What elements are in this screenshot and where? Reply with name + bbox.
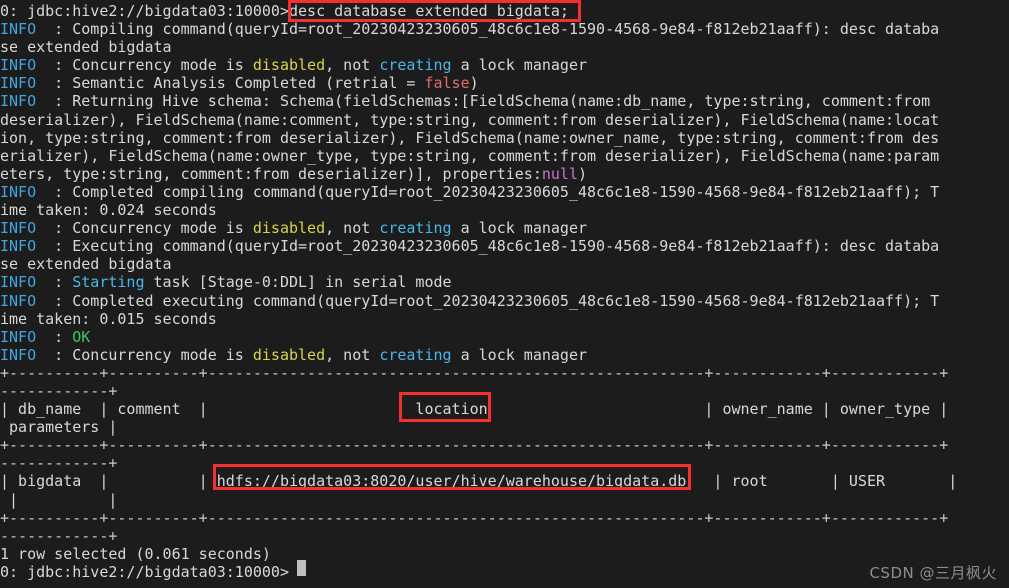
terminal-text: : Executing command(queryId=root_2023042… bbox=[36, 237, 940, 256]
terminal-text: INFO bbox=[0, 74, 37, 93]
terminal-text: ------------+ bbox=[0, 526, 118, 545]
terminal-line: INFO : Executing command(queryId=root_20… bbox=[0, 237, 1009, 255]
terminal-text: , not bbox=[325, 56, 380, 75]
terminal-text: a lock manager bbox=[451, 345, 588, 364]
terminal-line: +----------+----------+-----------------… bbox=[0, 364, 1009, 382]
terminal-line: se extended bigdata bbox=[0, 255, 1009, 273]
terminal-text: , not bbox=[325, 345, 380, 364]
terminal-text: +----------+----------+-----------------… bbox=[0, 508, 949, 527]
terminal-text: INFO bbox=[0, 56, 37, 75]
terminal-text: disabled bbox=[252, 219, 326, 238]
terminal-text: INFO bbox=[0, 237, 37, 256]
terminal-text: parameters | bbox=[0, 418, 118, 437]
terminal-text: : Completed executing command(queryId=ro… bbox=[36, 291, 940, 310]
terminal-text: se extended bigdata bbox=[0, 38, 172, 57]
terminal-text: ------------+ bbox=[0, 381, 118, 400]
terminal-line: INFO : Concurrency mode is disabled, not… bbox=[0, 219, 1009, 237]
terminal-line: INFO : Semantic Analysis Completed (retr… bbox=[0, 74, 1009, 92]
terminal-text: task [Stage-0:DDL] in serial mode bbox=[144, 273, 452, 292]
terminal-text: disabled bbox=[252, 56, 326, 75]
terminal-line: INFO : Compiling command(queryId=root_20… bbox=[0, 20, 1009, 38]
terminal-text: creating bbox=[379, 219, 452, 238]
terminal-text: eters, type:string, comment:from deseria… bbox=[0, 164, 542, 183]
terminal-line: 0: jdbc:hive2://bigdata03:10000>desc dat… bbox=[0, 2, 1009, 20]
terminal-text: : Concurrency mode is bbox=[36, 56, 253, 75]
terminal-text: erializer), FieldSchema(name:owner_type,… bbox=[0, 146, 940, 165]
terminal-line: INFO : Concurrency mode is disabled, not… bbox=[0, 56, 1009, 74]
terminal-line: INFO : OK bbox=[0, 328, 1009, 346]
text-cursor bbox=[297, 560, 306, 576]
terminal-text: ion, type:string, comment:from deseriali… bbox=[0, 128, 940, 147]
terminal-text: Starting bbox=[72, 273, 145, 292]
terminal-text: : Concurrency mode is bbox=[36, 219, 253, 238]
terminal-text: | | bbox=[0, 490, 118, 509]
terminal-line: 0: jdbc:hive2://bigdata03:10000> bbox=[0, 563, 1009, 581]
terminal-window[interactable]: 0: jdbc:hive2://bigdata03:10000>desc dat… bbox=[0, 0, 1009, 588]
terminal-text: a lock manager bbox=[451, 219, 588, 238]
terminal-text: 1 row selected (0.061 seconds) bbox=[0, 544, 271, 563]
terminal-text: INFO bbox=[0, 345, 37, 364]
terminal-text: INFO bbox=[0, 291, 37, 310]
terminal-text: : Compiling command(queryId=root_2023042… bbox=[36, 20, 940, 39]
terminal-line: ime taken: 0.015 seconds bbox=[0, 310, 1009, 328]
terminal-line: | db_name | comment | location | owner_n… bbox=[0, 400, 1009, 418]
terminal-line: ------------+ bbox=[0, 382, 1009, 400]
terminal-line: ime taken: 0.024 seconds bbox=[0, 201, 1009, 219]
terminal-line: deserializer), FieldSchema(name:comment,… bbox=[0, 111, 1009, 129]
terminal-line: se extended bigdata bbox=[0, 38, 1009, 56]
terminal-text: INFO bbox=[0, 182, 37, 201]
terminal-line: INFO : Completed executing command(query… bbox=[0, 292, 1009, 310]
terminal-text: INFO bbox=[0, 273, 37, 292]
terminal-text: ------------+ bbox=[0, 454, 118, 473]
terminal-line: INFO : Concurrency mode is disabled, not… bbox=[0, 346, 1009, 364]
terminal-text: ime taken: 0.015 seconds bbox=[0, 309, 217, 328]
terminal-line: erializer), FieldSchema(name:owner_type,… bbox=[0, 147, 1009, 165]
terminal-text: ) bbox=[577, 164, 588, 183]
terminal-text: | bigdata | | hdfs://bigdata03:8020/user… bbox=[0, 472, 958, 491]
terminal-text: : bbox=[36, 327, 73, 346]
terminal-text: INFO bbox=[0, 92, 37, 111]
terminal-text: ime taken: 0.024 seconds bbox=[0, 201, 217, 220]
terminal-text: ) bbox=[469, 74, 479, 93]
terminal-text: INFO bbox=[0, 219, 37, 238]
terminal-line: INFO : Returning Hive schema: Schema(fie… bbox=[0, 92, 1009, 110]
terminal-line: ------------+ bbox=[0, 454, 1009, 472]
terminal-line: ------------+ bbox=[0, 527, 1009, 545]
terminal-text: INFO bbox=[0, 327, 37, 346]
terminal-text: creating bbox=[379, 56, 452, 75]
terminal-line: eters, type:string, comment:from deseria… bbox=[0, 165, 1009, 183]
terminal-line: | bigdata | | hdfs://bigdata03:8020/user… bbox=[0, 472, 1009, 490]
terminal-text: : Semantic Analysis Completed (retrial = bbox=[36, 74, 425, 93]
terminal-line: +----------+----------+-----------------… bbox=[0, 509, 1009, 527]
terminal-line: INFO : Completed compiling command(query… bbox=[0, 183, 1009, 201]
terminal-text: : bbox=[36, 273, 73, 292]
terminal-text: null bbox=[541, 164, 578, 183]
terminal-text: : Returning Hive schema: Schema(fieldSch… bbox=[36, 92, 931, 111]
terminal-text: 0: jdbc:hive2://bigdata03:10000> bbox=[0, 562, 299, 581]
terminal-text: deserializer), FieldSchema(name:comment,… bbox=[0, 110, 940, 129]
terminal-text: : Completed compiling command(queryId=ro… bbox=[36, 182, 940, 201]
terminal-text: a lock manager bbox=[451, 56, 588, 75]
terminal-line: INFO : Starting task [Stage-0:DDL] in se… bbox=[0, 273, 1009, 291]
terminal-line: ion, type:string, comment:from deseriali… bbox=[0, 129, 1009, 147]
terminal-text: INFO bbox=[0, 20, 37, 39]
terminal-line: +----------+----------+-----------------… bbox=[0, 436, 1009, 454]
terminal-text: +----------+----------+-----------------… bbox=[0, 363, 949, 382]
watermark: CSDN @三月枫火 bbox=[869, 563, 997, 582]
terminal-text: OK bbox=[72, 327, 91, 346]
terminal-line: parameters | bbox=[0, 418, 1009, 436]
terminal-text: false bbox=[424, 74, 470, 93]
terminal-text: +----------+----------+-----------------… bbox=[0, 436, 949, 455]
terminal-text: disabled bbox=[252, 345, 326, 364]
terminal-text: 0: jdbc:hive2://bigdata03:10000> bbox=[0, 2, 289, 20]
terminal-line: 1 row selected (0.061 seconds) bbox=[0, 545, 1009, 563]
terminal-line: | | bbox=[0, 491, 1009, 509]
terminal-text: : Concurrency mode is bbox=[36, 345, 253, 364]
terminal-text: se extended bigdata bbox=[0, 255, 172, 274]
terminal-output: 0: jdbc:hive2://bigdata03:10000>desc dat… bbox=[0, 2, 1009, 581]
terminal-text: desc database extended bigdata; bbox=[288, 2, 569, 20]
terminal-text: creating bbox=[379, 345, 452, 364]
terminal-text: | db_name | comment | location | owner_n… bbox=[0, 400, 949, 419]
terminal-text: , not bbox=[325, 219, 380, 238]
